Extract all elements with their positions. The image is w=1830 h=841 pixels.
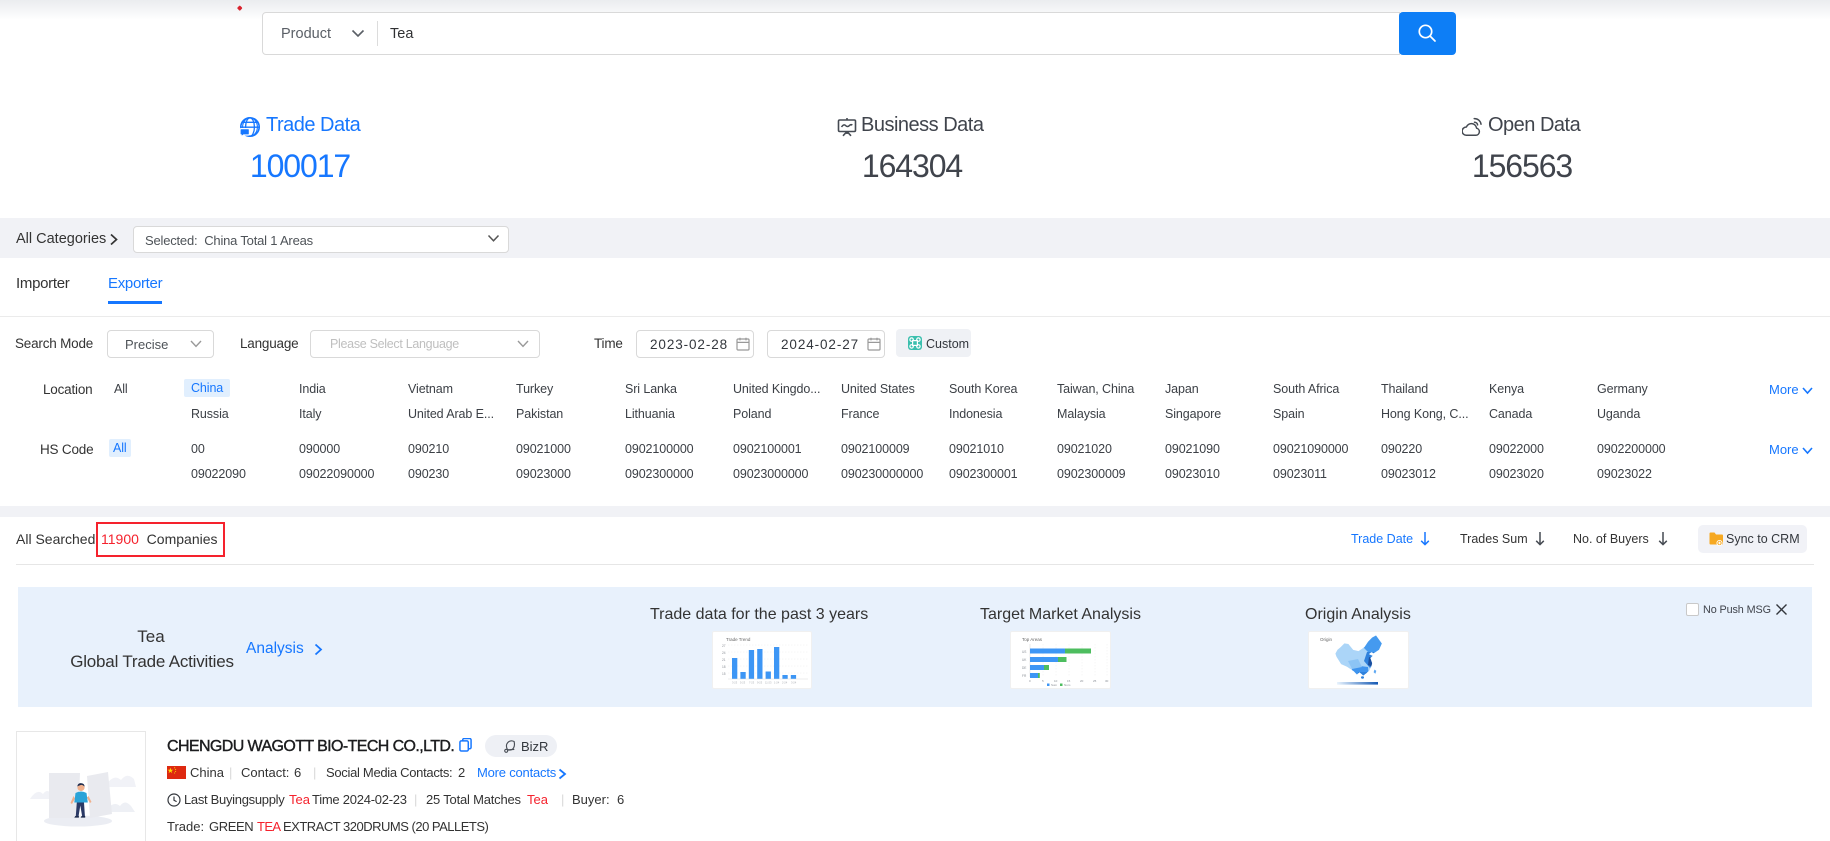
svg-text:US: US: [1022, 650, 1026, 654]
svg-text:Origin: Origin: [1320, 637, 1333, 642]
svg-text:24: 24: [722, 651, 726, 655]
svg-text:15: 15: [722, 672, 726, 676]
svg-text:DE: DE: [1022, 666, 1026, 670]
svg-text:5: 5: [1042, 679, 1044, 683]
svg-text:3-23: 3-23: [732, 681, 738, 685]
svg-text:UK: UK: [1022, 658, 1027, 662]
svg-text:18: 18: [722, 665, 726, 669]
svg-text:30: 30: [1105, 679, 1109, 683]
svg-text:Sum: Sum: [1051, 683, 1058, 687]
svg-text:11-23: 11-23: [765, 681, 772, 685]
svg-text:FR: FR: [1022, 674, 1027, 678]
svg-text:25: 25: [1093, 679, 1097, 683]
svg-text:Trade Trend: Trade Trend: [726, 637, 751, 642]
svg-text:2-24: 2-24: [782, 681, 788, 685]
svg-text:21: 21: [722, 658, 726, 662]
svg-text:1-24: 1-24: [774, 681, 780, 685]
svg-text:3-24: 3-24: [791, 681, 797, 685]
svg-text:0: 0: [1029, 679, 1031, 683]
svg-text:5-23: 5-23: [740, 681, 746, 685]
svg-text:7-23: 7-23: [749, 681, 755, 685]
svg-text:20: 20: [1080, 679, 1084, 683]
svg-text:Num: Num: [1064, 683, 1071, 687]
svg-text:Top Areas: Top Areas: [1022, 637, 1043, 642]
svg-text:27: 27: [722, 644, 726, 648]
svg-text:9-23: 9-23: [757, 681, 763, 685]
